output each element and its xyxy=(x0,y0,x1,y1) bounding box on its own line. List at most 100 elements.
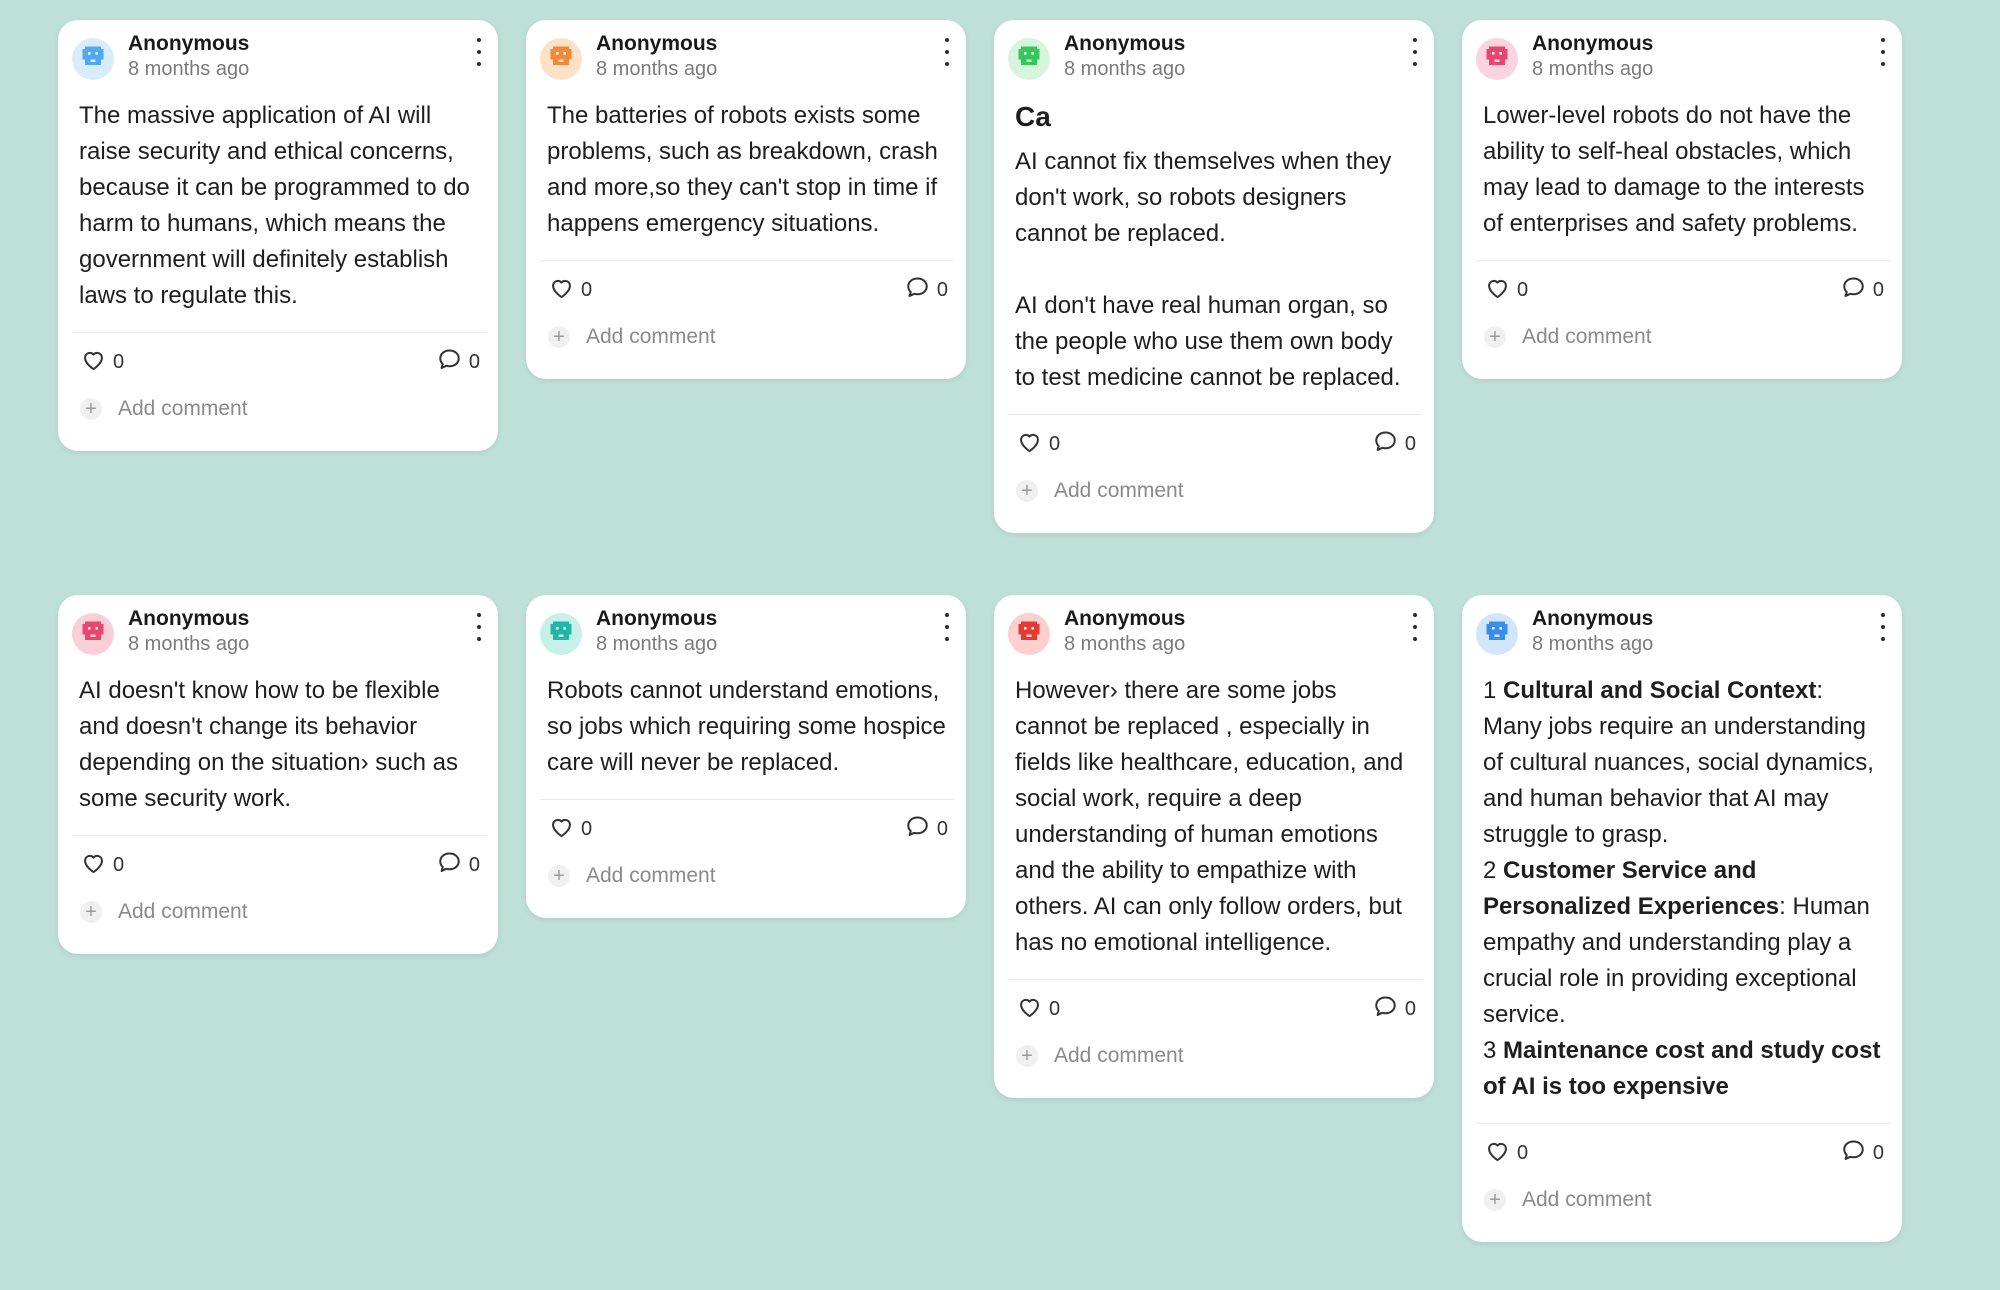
add-comment-button[interactable]: + Add comment xyxy=(994,473,1434,533)
add-comment-button[interactable]: + Add comment xyxy=(58,894,498,954)
author-name: Anonymous xyxy=(128,607,250,630)
reactions-bar: 0 0 xyxy=(526,800,966,858)
add-comment-label: Add comment xyxy=(1522,1188,1652,1211)
comment-count: 0 xyxy=(468,350,480,373)
add-comment-button[interactable]: + Add comment xyxy=(1462,319,1902,379)
comment-button[interactable]: 0 xyxy=(436,849,480,882)
plus-icon: + xyxy=(80,901,102,923)
robot-icon xyxy=(80,44,106,75)
post-body: The massive application of AI will raise… xyxy=(58,92,498,332)
like-count: 0 xyxy=(1049,997,1061,1020)
post-card[interactable]: Anonymous 8 months ago However› there ar… xyxy=(994,595,1434,1098)
add-comment-button[interactable]: + Add comment xyxy=(526,319,966,379)
more-options-icon[interactable] xyxy=(940,613,954,641)
like-count: 0 xyxy=(1517,1141,1529,1164)
comment-count: 0 xyxy=(936,817,948,840)
more-options-icon[interactable] xyxy=(1876,613,1890,641)
comment-button[interactable]: 0 xyxy=(904,813,948,846)
post-text: Robots cannot understand emotions, so jo… xyxy=(547,677,946,776)
post-text: AI doesn't know how to be flexible and d… xyxy=(79,677,458,812)
robot-icon xyxy=(80,619,106,650)
post-card[interactable]: Anonymous 8 months ago The massive appli… xyxy=(58,20,498,451)
like-count: 0 xyxy=(1049,432,1061,455)
author-name: Anonymous xyxy=(128,32,250,55)
add-comment-button[interactable]: + Add comment xyxy=(1462,1182,1902,1242)
like-button[interactable]: 0 xyxy=(1484,274,1528,307)
comment-button[interactable]: 0 xyxy=(1372,428,1416,461)
comment-button[interactable]: 0 xyxy=(904,274,948,307)
post-time: 8 months ago xyxy=(1064,58,1186,80)
rich-item: 2 Customer Service and Personalized Expe… xyxy=(1483,857,1870,1028)
more-options-icon[interactable] xyxy=(940,38,954,66)
post-body: However› there are some jobs cannot be r… xyxy=(994,667,1434,979)
like-count: 0 xyxy=(1517,278,1529,301)
like-button[interactable]: 0 xyxy=(80,849,124,882)
robot-icon xyxy=(1484,619,1510,650)
add-comment-label: Add comment xyxy=(586,864,716,887)
post-body: Lower-level robots do not have the abili… xyxy=(1462,92,1902,260)
post-header: Anonymous 8 months ago xyxy=(58,595,498,667)
more-options-icon[interactable] xyxy=(472,38,486,66)
post-time: 8 months ago xyxy=(1532,633,1654,655)
author-name: Anonymous xyxy=(1064,607,1186,630)
comment-icon xyxy=(904,274,931,307)
add-comment-button[interactable]: + Add comment xyxy=(58,391,498,451)
comment-count: 0 xyxy=(468,853,480,876)
plus-icon: + xyxy=(1484,1189,1506,1211)
post-time: 8 months ago xyxy=(1064,633,1186,655)
post-header: Anonymous 8 months ago xyxy=(58,20,498,92)
author-name: Anonymous xyxy=(1064,32,1186,55)
like-button[interactable]: 0 xyxy=(548,813,592,846)
comment-count: 0 xyxy=(1872,1141,1884,1164)
comment-icon xyxy=(436,346,463,379)
heart-icon xyxy=(80,346,107,379)
like-button[interactable]: 0 xyxy=(1484,1137,1528,1170)
robot-icon xyxy=(1016,44,1042,75)
add-comment-button[interactable]: + Add comment xyxy=(994,1038,1434,1098)
post-card[interactable]: Anonymous 8 months ago AI doesn't know h… xyxy=(58,595,498,954)
like-button[interactable]: 0 xyxy=(548,274,592,307)
more-options-icon[interactable] xyxy=(1408,613,1422,641)
post-time: 8 months ago xyxy=(128,58,250,80)
like-count: 0 xyxy=(581,278,593,301)
comment-icon xyxy=(436,849,463,882)
post-body: Robots cannot understand emotions, so jo… xyxy=(526,667,966,799)
padlet-board: Anonymous 8 months ago The massive appli… xyxy=(0,0,2000,1290)
add-comment-label: Add comment xyxy=(118,900,248,923)
comment-button[interactable]: 0 xyxy=(1372,993,1416,1026)
add-comment-label: Add comment xyxy=(1054,479,1184,502)
avatar xyxy=(540,613,582,655)
like-count: 0 xyxy=(113,853,125,876)
add-comment-label: Add comment xyxy=(1522,325,1652,348)
reactions-bar: 0 0 xyxy=(994,415,1434,473)
comment-button[interactable]: 0 xyxy=(1840,1137,1884,1170)
post-card[interactable]: Anonymous 8 months ago Lower-level robot… xyxy=(1462,20,1902,379)
avatar xyxy=(1476,613,1518,655)
post-body: 1 Cultural and Social Context: Many jobs… xyxy=(1462,667,1902,1123)
more-options-icon[interactable] xyxy=(472,613,486,641)
post-header: Anonymous 8 months ago xyxy=(994,595,1434,667)
author-name: Anonymous xyxy=(596,32,718,55)
more-options-icon[interactable] xyxy=(1408,38,1422,66)
avatar xyxy=(1476,38,1518,80)
rich-item: 1 Cultural and Social Context: Many jobs… xyxy=(1483,677,1874,848)
post-card[interactable]: Anonymous 8 months ago Ca AI cannot fix … xyxy=(994,20,1434,533)
avatar xyxy=(1008,38,1050,80)
like-button[interactable]: 0 xyxy=(1016,993,1060,1026)
heart-icon xyxy=(1484,1137,1511,1170)
post-card[interactable]: Anonymous 8 months ago Robots cannot und… xyxy=(526,595,966,918)
comment-icon xyxy=(1840,274,1867,307)
post-card[interactable]: Anonymous 8 months ago The batteries of … xyxy=(526,20,966,379)
comment-button[interactable]: 0 xyxy=(436,346,480,379)
avatar xyxy=(72,38,114,80)
like-button[interactable]: 0 xyxy=(80,346,124,379)
add-comment-button[interactable]: + Add comment xyxy=(526,858,966,918)
more-options-icon[interactable] xyxy=(1876,38,1890,66)
comment-icon xyxy=(904,813,931,846)
comment-button[interactable]: 0 xyxy=(1840,274,1884,307)
post-card[interactable]: Anonymous 8 months ago 1 Cultural and So… xyxy=(1462,595,1902,1242)
like-button[interactable]: 0 xyxy=(1016,428,1060,461)
add-comment-label: Add comment xyxy=(1054,1044,1184,1067)
comment-icon xyxy=(1840,1137,1867,1170)
reactions-bar: 0 0 xyxy=(526,261,966,319)
